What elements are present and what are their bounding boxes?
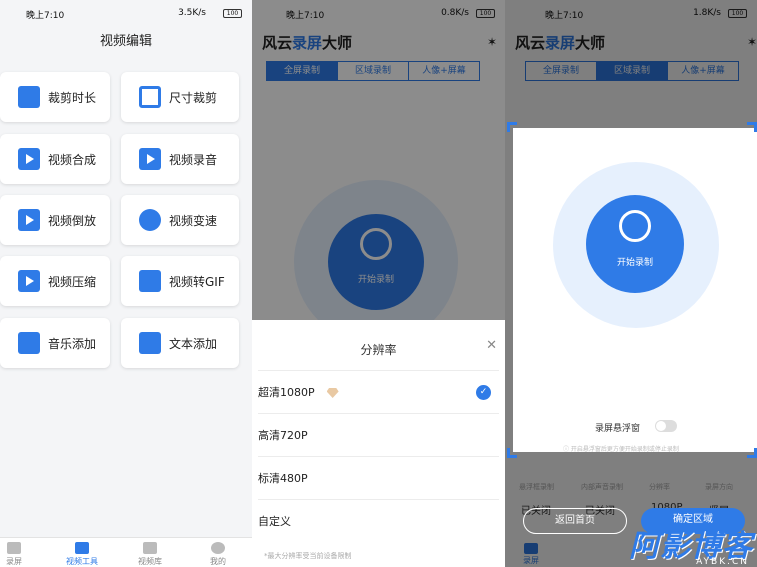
record-icon xyxy=(7,542,21,554)
trim-duration-icon xyxy=(18,86,40,108)
region-select-box[interactable]: 开始录制 录屏悬浮窗 ⓘ 开启悬浮窗后更方便开始录制或停止录制 xyxy=(513,128,757,453)
start-record-button[interactable]: 开始录制 xyxy=(586,195,684,293)
tile-label: 视频倒放 xyxy=(48,213,97,228)
battery-icon: 100 xyxy=(223,9,242,18)
status-speed: 3.5K/s xyxy=(178,8,206,18)
tile-add-music[interactable]: 音乐添加 xyxy=(0,318,110,368)
nav-mine[interactable]: 我的 xyxy=(198,542,238,567)
tile-trim-duration[interactable]: 裁剪时长 xyxy=(0,72,110,122)
tile-video-voiceover[interactable]: 视频录音 xyxy=(121,134,239,184)
tile-label: 尺寸裁剪 xyxy=(169,90,218,105)
tile-label: 视频转GIF xyxy=(169,274,225,289)
tile-video-reverse[interactable]: 视频倒放 xyxy=(0,195,110,245)
nav-video-library[interactable]: 视频库 xyxy=(130,542,170,567)
video-compress-icon xyxy=(18,270,40,292)
tile-video-to-gif[interactable]: 视频转GIF xyxy=(121,256,239,306)
video-to-gif-icon xyxy=(139,270,161,292)
corner-handle-bl[interactable] xyxy=(507,448,517,458)
bottom-nav: 录屏 视频工具 视频库 我的 xyxy=(0,537,252,567)
corner-handle-tl[interactable] xyxy=(507,122,517,132)
video-voiceover-icon xyxy=(139,148,161,170)
record-icon xyxy=(619,210,651,242)
close-icon[interactable]: ✕ xyxy=(486,338,497,353)
add-text-icon xyxy=(139,332,161,354)
option-480p[interactable]: 标清480P xyxy=(258,456,499,499)
option-1080p[interactable]: 超清1080P ✓ xyxy=(258,370,499,413)
option-custom[interactable]: 自定义 xyxy=(258,499,499,542)
vip-diamond-icon xyxy=(326,388,339,398)
resolution-screen: 晚上7:10 0.8K/s 100 风云录屏大师 ✶ 全屏录制 区域录制 人像+… xyxy=(252,0,505,567)
crop-size-icon xyxy=(139,86,161,108)
tile-label: 视频压缩 xyxy=(48,274,97,289)
tile-label: 视频合成 xyxy=(48,152,97,167)
library-icon xyxy=(143,542,157,554)
float-hint: ⓘ 开启悬浮窗后更方便开始录制或停止录制 xyxy=(563,446,679,453)
selected-check-icon: ✓ xyxy=(476,385,491,400)
tile-crop-size[interactable]: 尺寸裁剪 xyxy=(121,72,239,122)
sheet-title: 分辨率 xyxy=(360,343,397,357)
tile-add-text[interactable]: 文本添加 xyxy=(121,318,239,368)
tile-label: 音乐添加 xyxy=(48,336,97,351)
region-record-screen: 晚上7:10 1.8K/s 100 风云录屏大师 ✶ 全屏录制 区域录制 人像+… xyxy=(505,0,757,567)
tile-label: 视频变速 xyxy=(169,213,218,228)
record-label: 开始录制 xyxy=(616,258,653,268)
back-home-button[interactable]: 返回首页 xyxy=(523,508,627,534)
nav-record[interactable]: 录屏 xyxy=(0,542,34,567)
tile-video-speed[interactable]: 视频变速 xyxy=(121,195,239,245)
tile-label: 裁剪时长 xyxy=(48,90,97,105)
video-edit-screen: 晚上7:10 3.5K/s 100 视频编辑 裁剪时长 尺寸裁剪 视频合成 视频… xyxy=(0,0,252,567)
option-720p[interactable]: 高清720P xyxy=(258,413,499,456)
tile-label: 视频录音 xyxy=(169,152,218,167)
tile-video-merge[interactable]: 视频合成 xyxy=(0,134,110,184)
nav-video-tools[interactable]: 视频工具 xyxy=(62,542,102,567)
float-window-toggle[interactable] xyxy=(655,420,677,432)
user-icon xyxy=(211,542,225,554)
status-bar: 晚上7:10 3.5K/s 100 xyxy=(0,0,252,26)
help-icon: ⓘ xyxy=(563,446,571,453)
video-speed-icon xyxy=(139,209,161,231)
corner-handle-tr[interactable] xyxy=(747,122,757,132)
tile-video-compress[interactable]: 视频压缩 xyxy=(0,256,110,306)
video-merge-icon xyxy=(18,148,40,170)
float-window-label: 录屏悬浮窗 xyxy=(595,424,641,434)
resolution-sheet: 分辨率 ✕ 超清1080P ✓ 高清720P 标清480P 自定义 *最大分辨率… xyxy=(252,320,505,567)
add-music-icon xyxy=(18,332,40,354)
corner-handle-br[interactable] xyxy=(747,448,757,458)
status-time: 晚上7:10 xyxy=(26,11,65,21)
tile-label: 文本添加 xyxy=(169,336,218,351)
video-reverse-icon xyxy=(18,209,40,231)
watermark-domain: AYBK.CN xyxy=(696,557,749,567)
page-title: 视频编辑 xyxy=(99,34,152,49)
tools-icon xyxy=(75,542,89,554)
resolution-note: *最大分辨率受当前设备限制 xyxy=(264,552,352,560)
